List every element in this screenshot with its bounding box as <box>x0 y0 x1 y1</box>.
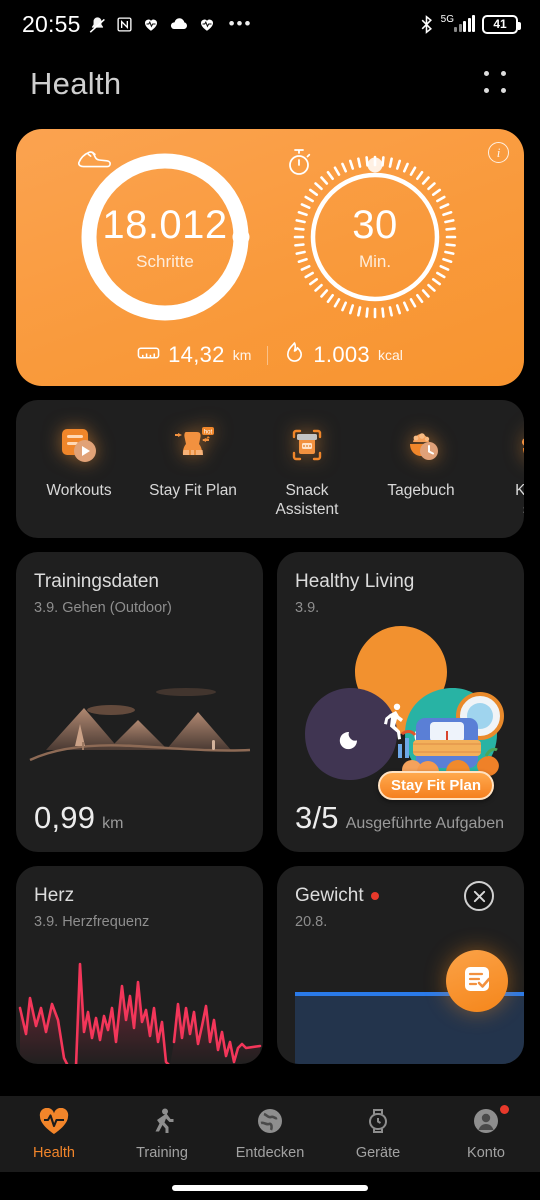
tasks-label: Ausgeführte Aufgaben <box>345 815 505 832</box>
bluetooth-icon <box>419 14 434 34</box>
nfc-icon <box>116 16 133 33</box>
nav-item-geraete[interactable]: Geräte <box>324 1107 432 1161</box>
minutes-ring[interactable]: 30 Min. <box>285 147 465 327</box>
card-herz[interactable]: Herz 3.9. Herzfrequenz <box>16 866 263 1064</box>
card-healthy-living[interactable]: Healthy Living 3.9. 3/5 Ausgeführte Aufg… <box>277 552 524 852</box>
nav-item-konto[interactable]: Konto <box>432 1105 540 1161</box>
status-badge <box>370 892 379 900</box>
stat-divider <box>267 345 269 365</box>
card-trainingsdaten[interactable]: Trainingsdaten 3.9. Gehen (Outdoor) 0,99… <box>16 552 263 852</box>
bottom-navigation[interactable]: Health Training Entdecken Geräte Konto <box>0 1096 540 1172</box>
card-subtitle: 3.9. Herzfrequenz <box>34 914 150 930</box>
distance-unit: km <box>232 347 252 363</box>
activity-rings: 18.012 Schritte 30 Min. <box>16 129 524 327</box>
shortcut-label: Klang sch <box>515 482 524 518</box>
shortcut-row[interactable]: Workouts hot Stay Fit Plan Snack Assiste… <box>16 400 524 538</box>
card-title: Trainingsdaten <box>34 571 159 592</box>
signal-bars-icon <box>454 15 475 32</box>
card-footer-value: 0,99 km <box>34 800 123 836</box>
tasks-value: 3/5 <box>295 800 339 835</box>
heart-icon <box>198 15 216 33</box>
shortcut-label: Stay Fit Plan <box>149 482 237 499</box>
globe-icon <box>256 1107 284 1140</box>
notification-badge <box>500 1105 509 1114</box>
grid-dots-icon[interactable] <box>484 71 510 97</box>
status-bar: 20:55 ••• 5G 41 <box>0 0 540 48</box>
steps-unit: Schritte <box>136 251 194 271</box>
heart-pulse-icon <box>39 1107 69 1140</box>
page-title: Health <box>30 66 122 101</box>
shortcut-stay-fit-plan[interactable]: hot Stay Fit Plan <box>136 418 250 500</box>
card-grid: Trainingsdaten 3.9. Gehen (Outdoor) 0,99… <box>16 552 524 1064</box>
sound-landscape-icon <box>508 418 524 472</box>
runner-icon <box>148 1107 176 1140</box>
shortcut-snack-assistent[interactable]: Snack Assistent <box>250 418 364 520</box>
workout-video-icon <box>52 418 106 472</box>
card-subtitle: 20.8. <box>295 914 328 930</box>
battery-indicator: 41 <box>482 14 521 34</box>
heart-icon <box>142 15 160 33</box>
network-signal: 5G <box>440 13 475 32</box>
status-time: 20:55 <box>22 10 81 37</box>
cloud-icon <box>169 17 189 31</box>
network-type-label: 5G <box>440 13 454 25</box>
info-icon[interactable]: i <box>488 142 509 163</box>
card-title: Healthy Living <box>295 571 415 592</box>
card-footer-value: 3/5 Ausgeführte Aufgaben <box>295 800 504 836</box>
hero-secondary-stats: 14,32 km 1.003 kcal <box>16 341 524 369</box>
nav-label: Geräte <box>355 1145 401 1161</box>
distance-unit: km <box>102 815 124 832</box>
shortcut-workouts[interactable]: Workouts <box>22 418 136 500</box>
app-header: Health <box>0 48 540 120</box>
food-bowl-clock-icon <box>394 418 448 472</box>
body-shape-icon: hot <box>166 418 220 472</box>
nav-item-health[interactable]: Health <box>0 1107 108 1161</box>
card-subtitle: 3.9. Gehen (Outdoor) <box>34 600 172 616</box>
ruler-icon <box>137 345 160 366</box>
nav-label: Entdecken <box>235 1145 305 1161</box>
shortcut-tagebuch[interactable]: Tagebuch <box>364 418 478 500</box>
mountain-landscape-art <box>16 662 263 782</box>
distance-value: 14,32 <box>168 342 225 367</box>
gesture-bar <box>172 1185 368 1191</box>
card-title: Herz <box>34 885 75 906</box>
person-icon <box>472 1107 500 1140</box>
calories-value: 1.003 <box>313 342 370 367</box>
checklist-icon <box>461 963 493 1000</box>
distance-stat: 14,32 km <box>137 342 251 368</box>
promo-overlay[interactable]: Stay Fit Plan <box>378 682 514 800</box>
status-right-icons: 5G 41 <box>419 13 521 34</box>
add-record-fab[interactable] <box>446 950 508 1012</box>
steps-ring[interactable]: 18.012 Schritte <box>75 147 255 327</box>
nav-label: Konto <box>467 1145 505 1161</box>
watch-icon <box>365 1107 391 1140</box>
svg-text:hot: hot <box>204 430 213 436</box>
activity-summary-card[interactable]: i 18.012 Schritte 30 Min. 14,32 km 1.003… <box>16 129 524 386</box>
distance-value: 0,99 <box>34 800 96 835</box>
heart-rate-chart <box>16 946 263 1064</box>
shortcut-label: Tagebuch <box>387 482 455 499</box>
promo-close-button[interactable] <box>464 881 494 911</box>
calories-stat: 1.003 kcal <box>284 341 403 369</box>
promo-label[interactable]: Stay Fit Plan <box>378 771 495 800</box>
minutes-unit: Min. <box>358 251 392 271</box>
nav-item-training[interactable]: Training <box>108 1107 216 1161</box>
nav-item-entdecken[interactable]: Entdecken <box>216 1107 324 1161</box>
flame-icon <box>284 341 305 369</box>
nav-label: Health <box>33 1144 75 1161</box>
status-left-icons: ••• <box>88 14 253 34</box>
shortcut-klangsch[interactable]: Klang sch <box>478 418 524 520</box>
steps-value: 18.012 <box>102 202 228 247</box>
card-title-label: Gewicht <box>295 885 364 906</box>
app-screen: 20:55 ••• 5G 41 Health i 18.012 Schritte… <box>0 0 540 1200</box>
mute-icon <box>88 15 107 34</box>
shortcut-label: Workouts <box>46 482 112 499</box>
shortcut-label: Snack Assistent <box>275 482 339 519</box>
minutes-value: 30 <box>352 202 398 247</box>
calories-unit: kcal <box>377 347 403 363</box>
scan-food-icon <box>280 418 334 472</box>
more-icon: ••• <box>228 14 253 33</box>
nav-label: Training <box>136 1145 188 1161</box>
battery-level-label: 41 <box>493 17 507 31</box>
